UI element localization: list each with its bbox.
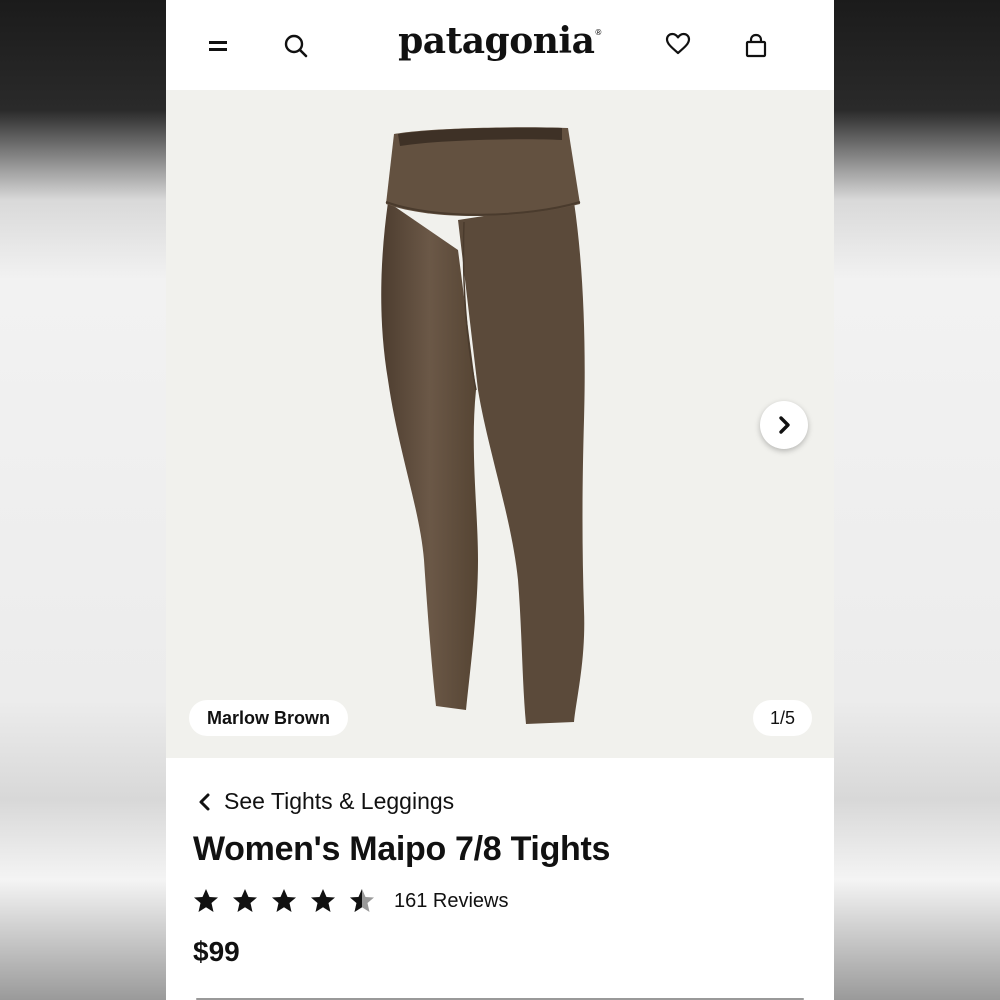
star-half-icon: [350, 889, 374, 912]
color-name-badge: Marlow Brown: [189, 700, 349, 736]
image-counter: 1/5: [752, 700, 812, 736]
star-full-icon: [194, 889, 218, 912]
star-full-icon: [311, 889, 335, 912]
star-full-icon: [233, 889, 257, 912]
rating-row[interactable]: 161 Reviews: [193, 888, 509, 914]
product-info: See Tights & Leggings Women's Maipo 7/8 …: [166, 758, 834, 1000]
phone-screen: patagonia® Marlow Brown 1/5 See Tights &…: [166, 0, 834, 1000]
logo-text: patagonia: [398, 20, 595, 62]
chevron-left-icon: [199, 793, 210, 810]
chevron-right-icon: [779, 416, 790, 434]
product-image: [381, 127, 585, 724]
product-price: $99: [193, 936, 240, 967]
product-title: Women's Maipo 7/8 Tights: [193, 830, 611, 868]
star-full-icon: [272, 889, 296, 912]
bag-icon[interactable]: [740, 30, 772, 62]
logo-trademark: ®: [594, 28, 602, 37]
product-gallery[interactable]: Marlow Brown 1/5: [166, 90, 834, 758]
site-header: patagonia®: [166, 0, 834, 90]
reviews-link[interactable]: 161 Reviews: [394, 890, 509, 913]
next-image-button[interactable]: [760, 401, 808, 449]
heart-icon[interactable]: [662, 28, 694, 60]
back-to-category-link[interactable]: See Tights & Leggings: [196, 788, 454, 815]
back-link-label: See Tights & Leggings: [224, 788, 455, 814]
brand-logo[interactable]: patagonia®: [166, 20, 834, 62]
